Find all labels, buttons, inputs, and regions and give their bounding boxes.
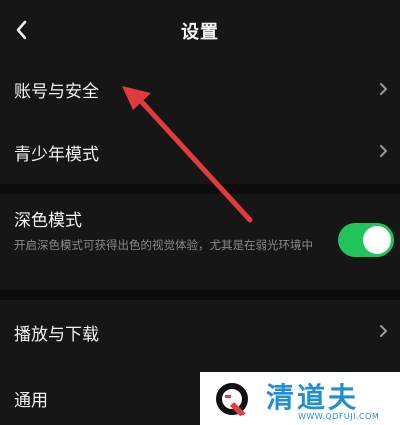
settings-item-teen-mode[interactable]: 青少年模式 (0, 122, 400, 180)
watermark-text: 清道夫 (266, 381, 360, 414)
section-divider (0, 184, 400, 194)
chevron-right-icon (380, 83, 387, 95)
settings-item-label: 青少年模式 (14, 145, 99, 165)
chevron-right-icon (380, 325, 387, 337)
page-title: 设置 (181, 22, 219, 43)
settings-item-playback-download[interactable]: 播放与下载 (0, 300, 400, 362)
watermark-url: WWW.QDFUJI.COM (298, 412, 380, 421)
settings-item-label: 深色模式 (14, 211, 82, 231)
toggle-knob (363, 226, 391, 254)
settings-item-account-security[interactable]: 账号与安全 (0, 60, 400, 118)
watermark-q-logo-icon (216, 383, 248, 416)
dark-mode-description: 开启深色模式可获得出色的视觉体验，尤其是在弱光环境中 (14, 238, 313, 252)
top-bar: 设置 (0, 0, 400, 60)
settings-item-label: 播放与下载 (14, 325, 99, 345)
section-divider (0, 290, 400, 300)
settings-item-label: 通用 (14, 391, 48, 411)
settings-item-label: 账号与安全 (14, 82, 99, 102)
chevron-right-icon (380, 145, 387, 157)
dark-mode-toggle[interactable] (338, 223, 394, 257)
watermark-logo: 清道夫 WWW.QDFUJI.COM (200, 372, 400, 425)
